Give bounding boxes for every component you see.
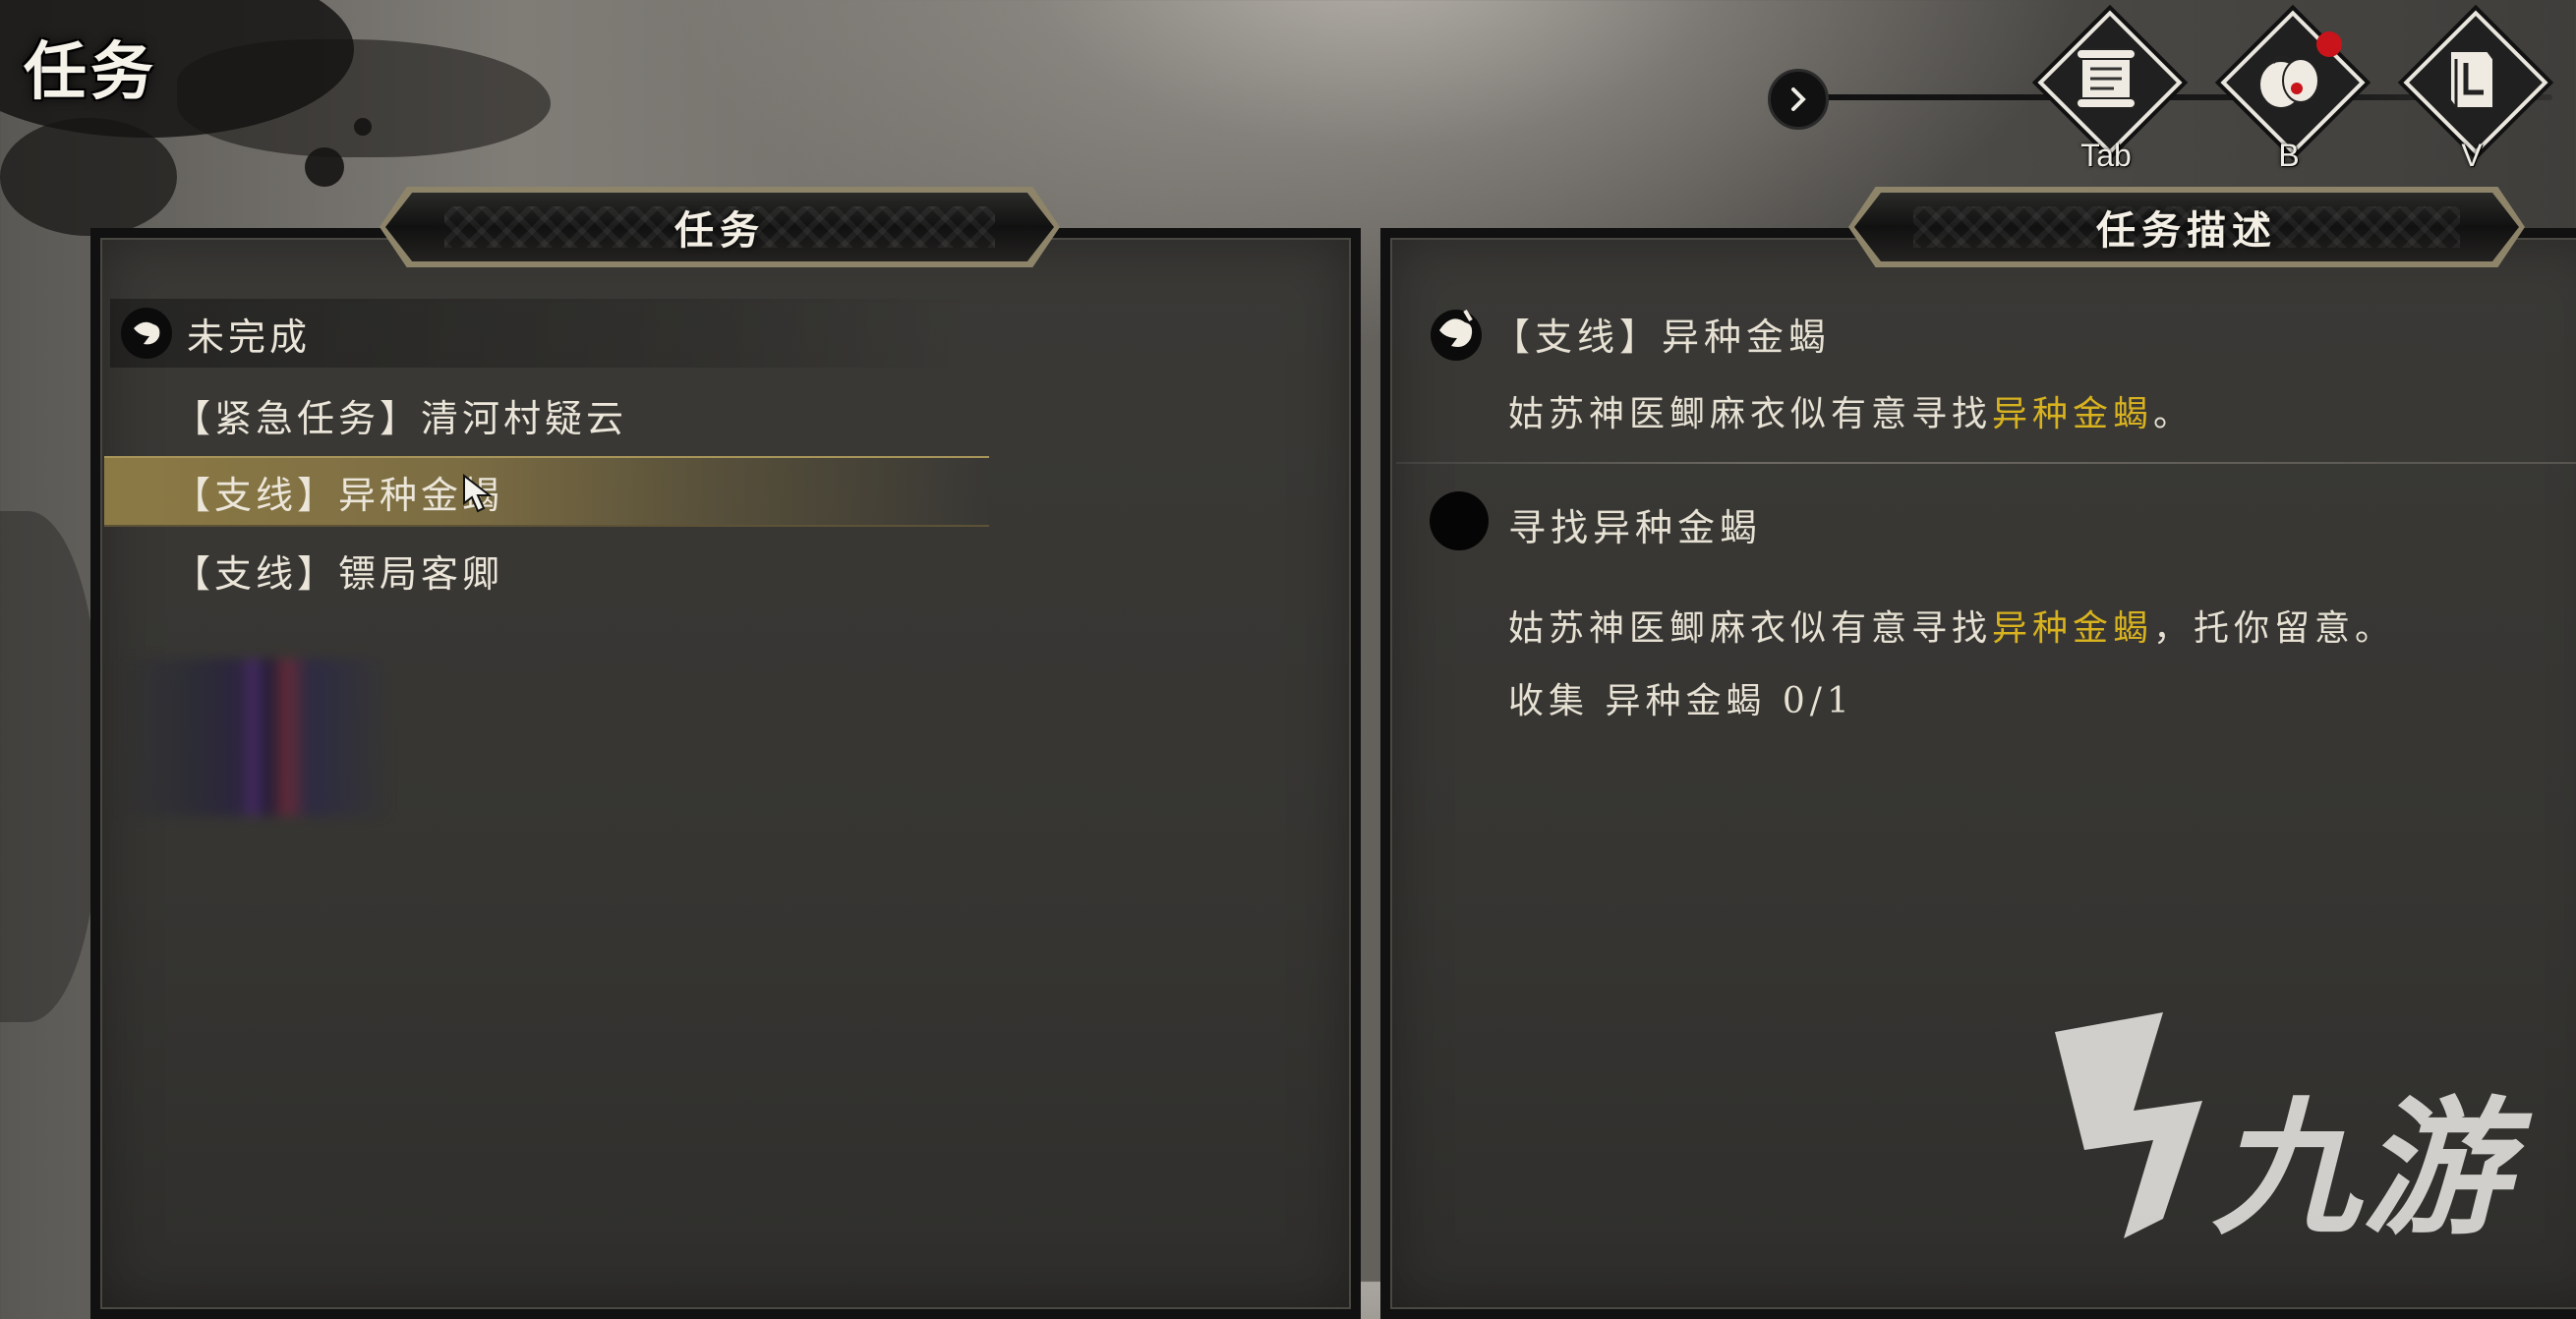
b-key-label: B xyxy=(2278,138,2300,173)
category-incomplete[interactable]: 未完成 xyxy=(110,299,975,368)
top-toolbar: Tab B V xyxy=(1766,10,2576,177)
notification-dot xyxy=(2316,31,2342,57)
blurred-image-artifact xyxy=(116,659,391,816)
quest-detail-header-label: 任务描述 xyxy=(2096,207,2277,254)
quest-item-label: 【支线】镖局客卿 xyxy=(173,551,504,596)
objective-bullet-icon xyxy=(1430,491,1489,550)
quest-detail-title: 【支线】异种金蝎 xyxy=(1493,315,1832,359)
tab-key-label: Tab xyxy=(2080,138,2132,173)
objective-title: 寻找异种金蝎 xyxy=(1508,506,1763,549)
quest-list-header: 任务 xyxy=(380,187,1060,267)
book-icon xyxy=(2449,50,2494,109)
screen-title: 任务 xyxy=(24,35,157,109)
objective-progress: 收集 异种金蝎 0/1 xyxy=(1508,681,1854,721)
bird-ink-icon xyxy=(1431,309,1482,361)
quest-intro-text: 姑苏神医鲫麻衣似有意寻找异种金蝎。 xyxy=(1508,394,2195,434)
chevron-right-icon xyxy=(1791,87,1806,111)
quest-item-label: 【支线】异种金蝎 xyxy=(173,473,504,517)
inventory-button[interactable]: B xyxy=(2220,10,2366,175)
quest-scroll-icon xyxy=(2076,48,2137,109)
bird-ink-icon xyxy=(121,308,172,359)
objective-description: 姑苏神医鲫麻衣似有意寻找异种金蝎，托你留意。 xyxy=(1508,608,2396,649)
quest-item-selected[interactable]: 【支线】异种金蝎 xyxy=(104,456,989,527)
quest-item-urgent[interactable]: 【紧急任务】清河村疑云 xyxy=(104,379,989,450)
category-label: 未完成 xyxy=(187,315,312,359)
quest-item-label: 【紧急任务】清河村疑云 xyxy=(173,396,628,440)
quest-detail-title-row: 【支线】异种金蝎 xyxy=(1426,299,1831,368)
quest-detail-header: 任务描述 xyxy=(1848,187,2525,267)
quest-item-escort[interactable]: 【支线】镖局客卿 xyxy=(104,535,989,605)
v-key-label: V xyxy=(2461,138,2483,173)
mouse-cursor-icon xyxy=(463,474,493,513)
watermark-text: 九游 xyxy=(2212,1084,2512,1255)
quest-list-header-label: 任务 xyxy=(674,207,765,254)
quest-intro-highlight: 异种金蝎 xyxy=(1992,394,2154,434)
detail-divider xyxy=(1396,462,2576,464)
journal-button[interactable]: V xyxy=(2403,10,2548,175)
quest-log-button[interactable]: Tab xyxy=(2037,10,2183,175)
expand-arrow-button[interactable] xyxy=(1768,69,1829,130)
objective-highlight: 异种金蝎 xyxy=(1992,608,2154,649)
